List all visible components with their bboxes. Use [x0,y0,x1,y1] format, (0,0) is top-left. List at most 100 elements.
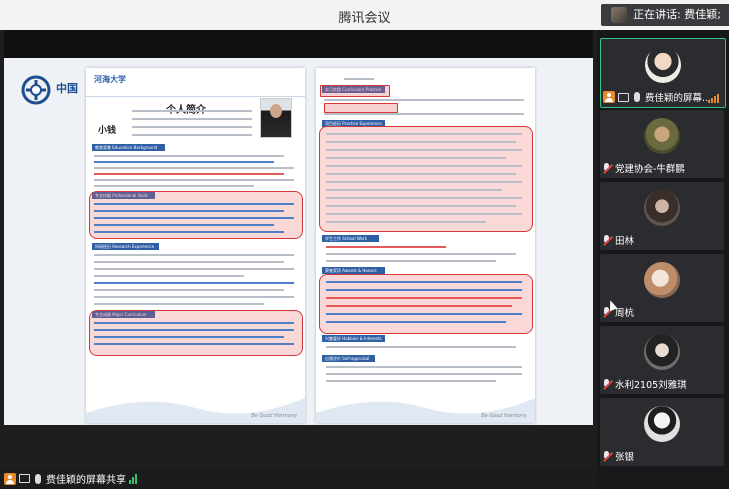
university-logo-text: 河海大学 [94,75,126,84]
text-line [326,149,522,151]
mic-muted-icon [602,234,612,246]
resume-page-left: 河海大学 个人简介 小钱 教育背景 Education Background 专… [86,68,305,423]
text-line [94,179,294,181]
highlight-awards [319,274,533,334]
participant-name: 田林 [615,236,635,247]
participant-avatar [644,406,680,442]
participant-avatar [645,47,681,83]
text-line [326,181,522,183]
text-line [326,221,486,223]
page-header: 河海大学 [86,68,305,97]
text-line [94,289,284,291]
participant-name: 党建协会-牛群鹏 [615,164,685,175]
resume-page-right: 实习实践 Curriculum Practice 项目经历 Practice E… [316,68,535,423]
text-line [326,197,522,199]
shared-screen[interactable]: 中国 河海大学 个人简介 小钱 教育背景 Education Backgroun… [4,30,593,425]
speaking-label: 正在讲话: 费佳颖; [633,8,721,21]
participant-tile-3[interactable]: 周杭 [600,254,724,322]
text-line [94,336,284,338]
text-line [94,173,284,175]
text-line [132,126,252,128]
participant-tile-4[interactable]: 水利2105刘雅琪 [600,326,724,394]
signal-strength-icon [708,94,719,103]
text-line [326,173,516,175]
screen-top-black [4,30,593,58]
text-line [326,205,516,207]
text-line [326,260,496,262]
participant-label: 党建协会-牛群鹏 [602,161,685,175]
participant-tile-1[interactable]: 党建协会-牛群鹏 [600,110,724,178]
text-line [94,261,284,263]
text-line [94,329,294,331]
sharer-name: 费佳颖的屏幕共享 [46,475,126,486]
text-line [326,133,522,135]
text-line [326,321,506,323]
speaker-avatar [611,7,628,23]
text-line [94,167,294,169]
text-line [326,157,506,159]
text-line [94,217,294,219]
resume-photo [260,98,292,138]
microphone-icon [35,473,41,484]
speaking-indicator[interactable]: 正在讲话: 费佳颖; [601,4,729,26]
text-line [94,185,254,187]
participant-name: 费佳颖的屏幕... [645,93,712,104]
participant-name: 水利2105刘雅琪 [615,380,687,391]
text-line [132,134,252,136]
participant-label: 水利2105刘雅琪 [602,377,687,391]
text-line [326,253,516,255]
microphone-icon [634,92,640,102]
text-line [344,78,374,80]
participants-panel: 费佳颖的屏幕... 党建协会-牛群鹏 田林 周杭 水利2105刘雅琪 张银 [597,30,729,489]
participant-tile-0[interactable]: 费佳颖的屏幕... [600,38,726,108]
mic-muted-icon [602,162,612,174]
text-line [94,268,294,270]
participant-name: 张银 [615,452,635,463]
text-line [326,165,522,167]
participant-tile-5[interactable]: 张银 [600,398,724,466]
screen-share-icon [618,92,629,102]
resume-name: 小钱 [98,126,117,136]
participant-tile-2[interactable]: 田林 [600,182,724,250]
section-school-work: 学生工作 School Work [322,235,379,242]
text-line [94,296,294,298]
section-hobbies: 兴趣爱好 Hobbies & Interests [322,335,385,342]
participant-avatar [644,334,680,370]
participant-label: 周杭 [602,305,634,319]
text-line [132,110,252,112]
mic-muted-icon [602,378,612,390]
text-line [132,118,252,120]
highlight-practice-title [320,85,390,97]
host-user-icon [4,472,16,485]
participant-label: 费佳颖的屏幕... [603,90,711,104]
text-line [326,297,522,299]
text-line [94,155,284,157]
text-line [94,303,264,305]
text-line [326,305,512,307]
section-self-appraisal: 自我评价 Self-appraisal [322,355,375,362]
text-line [326,213,522,215]
text-line [326,141,516,143]
participant-avatar [644,262,680,298]
university-emblem-icon [21,75,51,105]
sharer-label[interactable]: 费佳颖的屏幕共享 [4,471,137,486]
text-line [326,373,522,375]
section-awards: 荣誉奖项 Awards & Honors [322,267,385,274]
text-line [94,343,294,345]
text-line [94,254,294,256]
text-line [94,210,284,212]
highlight-curriculum [89,310,303,356]
participant-label: 田林 [602,233,634,247]
title-bar: 腾讯会议 正在讲话: 费佳颖; [0,0,729,31]
text-line [94,203,294,205]
page-watermark: Be Good Harmony [251,413,297,419]
text-line [324,113,524,115]
highlight-practice-line [324,103,398,113]
text-line [324,99,524,101]
text-line [326,380,496,382]
text-line [94,275,244,277]
section-research: 科研经历 Research Experience [92,243,159,250]
page-watermark: Be Good Harmony [481,413,527,419]
section-education: 教育背景 Education Background [92,144,165,151]
text-line [326,313,522,315]
